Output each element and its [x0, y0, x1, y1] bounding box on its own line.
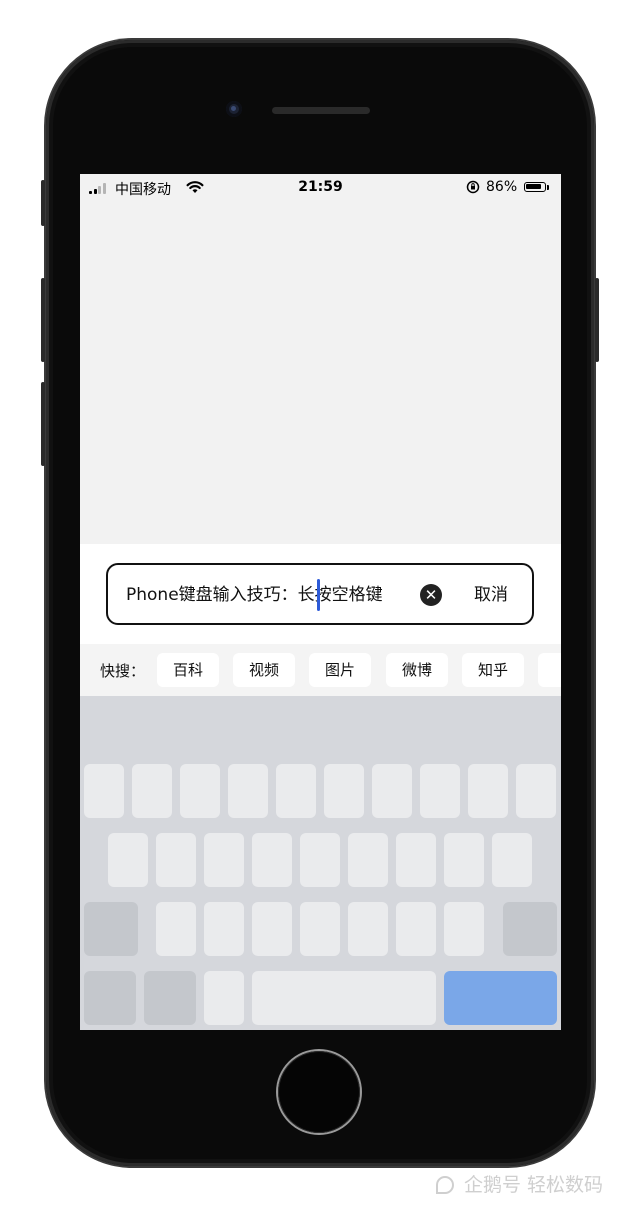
home-button[interactable]	[278, 1051, 360, 1133]
search-input[interactable]: Phone键盘输入技巧：长按空格键 ✕ 取消	[106, 563, 534, 625]
keyboard-key[interactable]	[444, 902, 484, 956]
front-camera	[226, 101, 242, 117]
search-query-text[interactable]: Phone键盘输入技巧：长按空格键	[126, 583, 412, 607]
keyboard-key[interactable]	[156, 902, 196, 956]
volume-up-button	[41, 278, 45, 362]
rotation-lock-icon	[466, 180, 480, 194]
keyboard-key[interactable]	[276, 764, 316, 818]
chip-baike[interactable]: 百科	[157, 653, 219, 687]
watermark: 企鹅号 轻松数码	[436, 1170, 603, 1197]
keyboard-key[interactable]	[372, 764, 412, 818]
earpiece-speaker	[272, 107, 370, 114]
keyboard-key[interactable]	[468, 764, 508, 818]
keyboard-key[interactable]	[204, 902, 244, 956]
quick-search-label: 快搜：	[100, 662, 146, 680]
chip-video[interactable]: 视频	[233, 653, 295, 687]
keyboard-key[interactable]	[300, 902, 340, 956]
silent-switch	[41, 180, 45, 226]
space-key[interactable]	[252, 971, 436, 1025]
keyboard-key[interactable]	[516, 764, 556, 818]
keyboard-key[interactable]	[204, 971, 244, 1025]
keyboard-key[interactable]	[396, 902, 436, 956]
keyboard	[80, 696, 561, 1030]
keyboard-key[interactable]	[348, 833, 388, 887]
keyboard-key[interactable]	[348, 902, 388, 956]
keyboard-key[interactable]	[300, 833, 340, 887]
power-button	[595, 278, 599, 362]
search-area: Phone键盘输入技巧：长按空格键 ✕ 取消	[80, 544, 561, 644]
keyboard-key[interactable]	[108, 833, 148, 887]
keyboard-key[interactable]	[204, 833, 244, 887]
keyboard-key[interactable]	[396, 833, 436, 887]
text-cursor	[317, 579, 320, 611]
penguin-logo-icon	[436, 1176, 454, 1194]
keyboard-key[interactable]	[84, 764, 124, 818]
keyboard-key[interactable]	[324, 764, 364, 818]
keyboard-key[interactable]	[444, 833, 484, 887]
keyboard-key[interactable]	[492, 833, 532, 887]
keyboard-key[interactable]	[132, 764, 172, 818]
keyboard-key[interactable]	[252, 833, 292, 887]
keyboard-key[interactable]	[252, 902, 292, 956]
chip-images[interactable]: 图片	[309, 653, 371, 687]
keyboard-key[interactable]	[420, 764, 460, 818]
chip-more[interactable]: 小	[538, 653, 561, 687]
keyboard-key[interactable]	[156, 833, 196, 887]
delete-key[interactable]	[503, 902, 557, 956]
keyboard-key[interactable]	[180, 764, 220, 818]
chip-weibo[interactable]: 微博	[386, 653, 448, 687]
chip-zhihu[interactable]: 知乎	[462, 653, 524, 687]
number-switch-key[interactable]	[84, 971, 136, 1025]
status-bar: 中国移动 21:59 86%	[80, 174, 561, 202]
globe-key[interactable]	[144, 971, 196, 1025]
keyboard-key[interactable]	[228, 764, 268, 818]
shift-key[interactable]	[84, 902, 138, 956]
quick-search-bar: 快搜： 百科 视频 图片 微博 知乎 小	[80, 644, 561, 696]
battery-nub	[547, 185, 549, 190]
phone-screen: 中国移动 21:59 86% Phone键盘输入技巧：长按空格键 ✕ 取消 快搜…	[80, 174, 561, 1030]
volume-down-button	[41, 382, 45, 466]
search-go-key[interactable]	[444, 971, 557, 1025]
clear-icon[interactable]: ✕	[420, 584, 442, 606]
battery-icon	[524, 182, 546, 192]
battery-percent: 86%	[486, 179, 518, 195]
cancel-button[interactable]: 取消	[474, 582, 508, 608]
